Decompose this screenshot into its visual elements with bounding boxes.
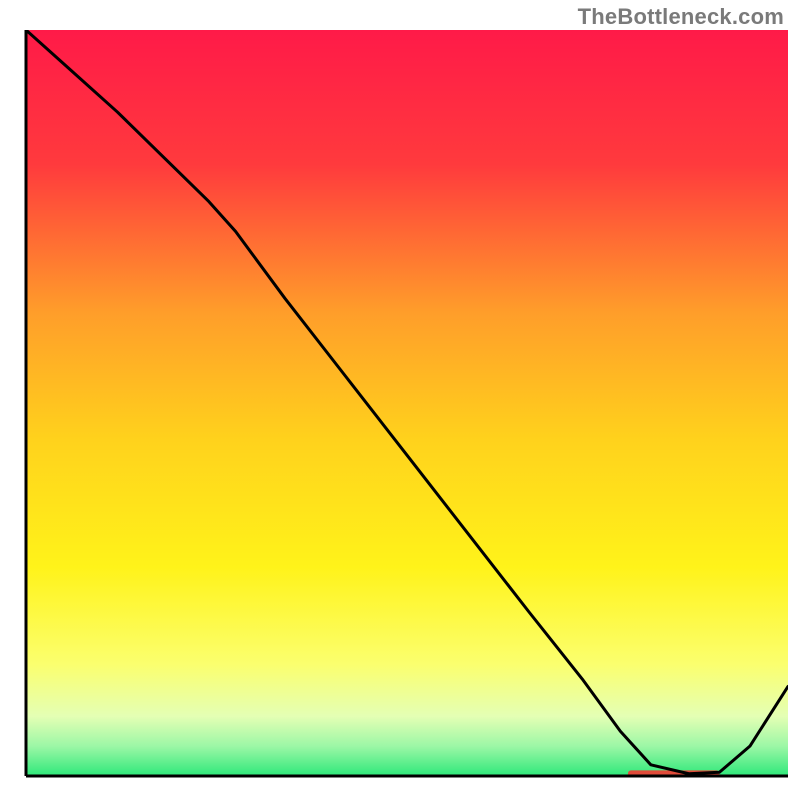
bottleneck-chart [0, 0, 800, 800]
chart-container: TheBottleneck.com [0, 0, 800, 800]
plot-background [26, 30, 788, 776]
